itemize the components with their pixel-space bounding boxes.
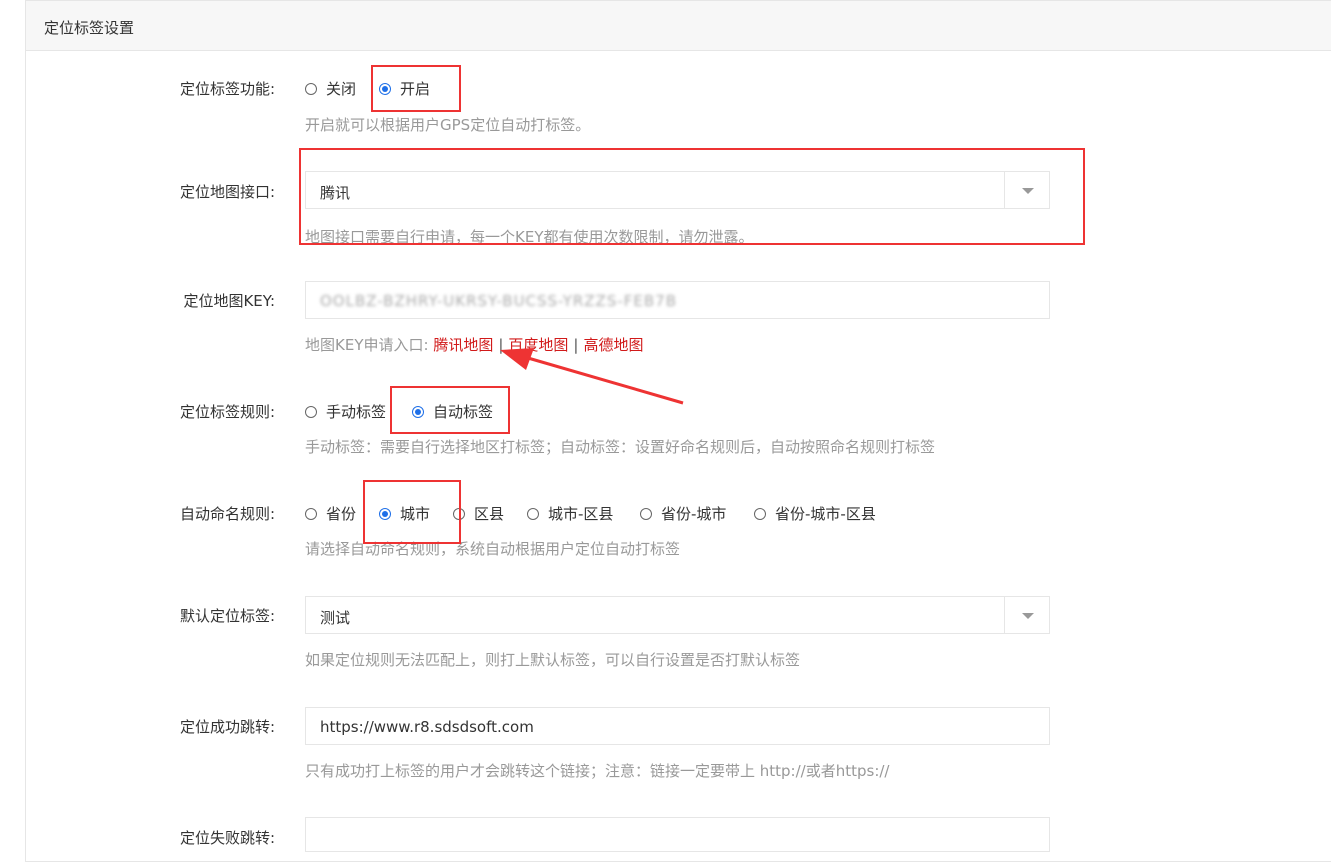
annotation-arrow (500, 348, 684, 405)
arrow-head-icon (500, 348, 534, 370)
arrow-shaft (527, 356, 684, 405)
